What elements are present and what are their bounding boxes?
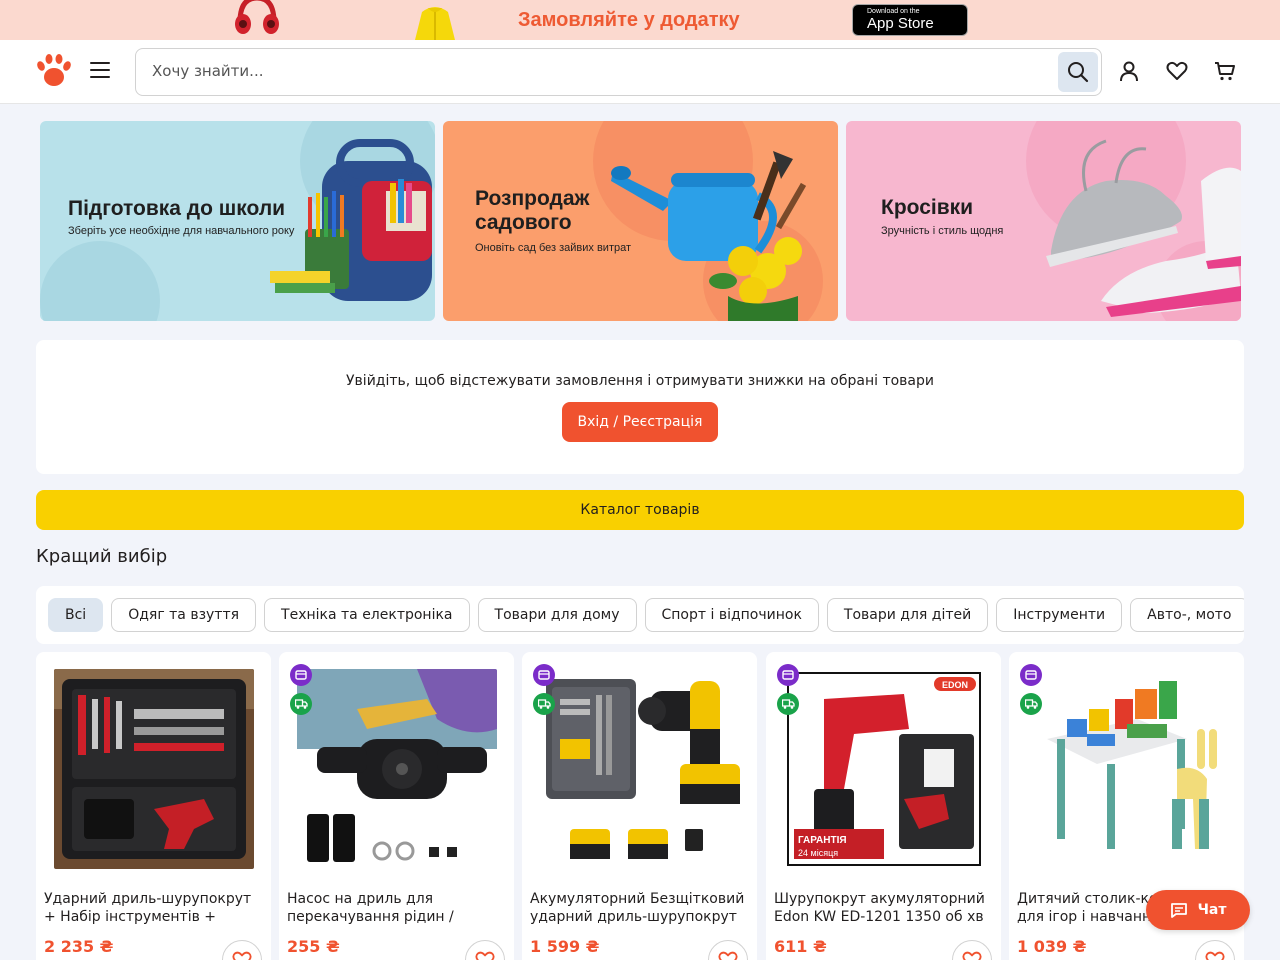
chip-home[interactable]: Товари для дому [477,598,637,632]
product-price: 2 235 ₴ [44,937,114,956]
chat-bubble-icon [1170,903,1187,918]
headphones-image [235,0,279,34]
banner-sneakers-subtitle: Зручність і стиль щодня [881,225,1004,237]
product-price: 1 039 ₴ [1017,937,1087,956]
school-backpack-image [40,121,435,321]
product-title: Акумуляторний Безщітковий ударний дриль-… [530,891,745,925]
banner-school[interactable]: Підготовка до школи Зберіть усе необхідн… [40,121,435,321]
chip-tools[interactable]: Інструменти [996,598,1123,632]
add-to-favorites-button[interactable] [465,940,505,960]
wallet-badge-icon [290,664,312,686]
wallet-badge-icon [777,664,799,686]
delivery-truck-icon [290,693,312,715]
search-input[interactable] [152,62,1032,80]
chip-clothing[interactable]: Одяг та взуття [111,598,257,632]
add-to-favorites-button[interactable] [1195,940,1235,960]
user-icon[interactable] [1116,58,1142,84]
banner-garden[interactable]: Розпродаж садового Оновіть сад без зайви… [443,121,838,321]
login-prompt: Увійдіть, щоб відстежувати замовлення і … [36,340,1244,474]
heart-outline-icon [475,951,495,960]
promo-banner[interactable]: Замовляйте у додатку Download on the App… [0,0,1280,40]
jacket-image [415,7,455,40]
search-button[interactable] [1058,52,1098,92]
banner-garden-title: Розпродаж садового [475,187,590,234]
site-header [0,40,1280,104]
product-title: Насос на дриль для перекачування рідин / [287,891,454,925]
chat-button[interactable]: Чат [1146,890,1250,930]
heart-outline-icon [1205,951,1225,960]
sneakers-image [1026,121,1241,321]
wallet-badge-icon [1020,664,1042,686]
logo-paw-icon[interactable] [36,52,72,88]
chip-sport[interactable]: Спорт і відпочинок [644,598,819,632]
heart-icon[interactable] [1164,58,1190,84]
product-price: 611 ₴ [774,937,827,956]
promo-text: Замовляйте у додатку [518,9,740,31]
brand-logo-text: EDON [942,680,968,690]
add-to-favorites-button[interactable] [952,940,992,960]
category-filter: Всі Одяг та взуття Техніка та електронік… [36,586,1244,644]
product-image: EDON ГАРАНТІЯ 24 місяця [784,669,984,869]
banner-school-title: Підготовка до школи [68,197,286,220]
product-title: Шурупокрут акумуляторний Edon KW ED-1201… [774,891,985,925]
search-bar [135,48,1102,96]
banner-garden-subtitle: Оновіть сад без зайвих витрат [475,242,632,254]
product-image [54,669,254,869]
heart-outline-icon [962,951,982,960]
product-image [297,669,497,869]
section-title: Кращий вибір [36,546,168,567]
appstore-big-label: App Store [867,15,934,32]
heart-outline-icon [232,951,252,960]
product-price: 1 599 ₴ [530,937,600,956]
product-image [540,669,740,869]
delivery-truck-icon [533,693,555,715]
appstore-button[interactable]: Download on the App Store [852,4,968,36]
guarantee-period: 24 місяця [798,848,838,858]
catalog-button[interactable]: Каталог товарів [36,490,1244,530]
add-to-favorites-button[interactable] [222,940,262,960]
product-price: 255 ₴ [287,937,340,956]
banner-school-subtitle: Зберіть усе необхідне для навчального ро… [68,225,295,237]
cart-icon[interactable] [1212,58,1238,84]
chip-all[interactable]: Всі [48,598,104,632]
login-prompt-text: Увійдіть, щоб відстежувати замовлення і … [346,373,934,389]
product-card[interactable]: Акумуляторний Безщітковий ударний дриль-… [522,652,757,960]
product-image [1027,669,1227,869]
delivery-truck-icon [777,693,799,715]
product-card[interactable]: Ударний дриль-шурупокрут + Набір інструм… [36,652,271,960]
chip-auto[interactable]: Авто-, мото [1130,598,1244,632]
chip-electronics[interactable]: Техніка та електроніка [264,598,470,632]
wallet-badge-icon [533,664,555,686]
login-register-button[interactable]: Вхід / Реєстрація [562,402,718,442]
guarantee-label: ГАРАНТІЯ [798,835,847,846]
heart-outline-icon [718,951,738,960]
product-card[interactable]: Насос на дриль для перекачування рідин /… [279,652,514,960]
menu-icon[interactable] [90,62,110,80]
delivery-truck-icon [1020,693,1042,715]
banner-sneakers[interactable]: Кросівки Зручність і стиль щодня [846,121,1241,321]
banner-sneakers-title: Кросівки [881,196,974,219]
search-icon [1068,62,1089,83]
chip-kids[interactable]: Товари для дітей [826,598,989,632]
product-title: Ударний дриль-шурупокрут + Набір інструм… [44,891,252,925]
product-card[interactable]: EDON ГАРАНТІЯ 24 місяця Шурупокрут акуму… [766,652,1001,960]
chat-button-label: Чат [1197,902,1227,918]
add-to-favorites-button[interactable] [708,940,748,960]
